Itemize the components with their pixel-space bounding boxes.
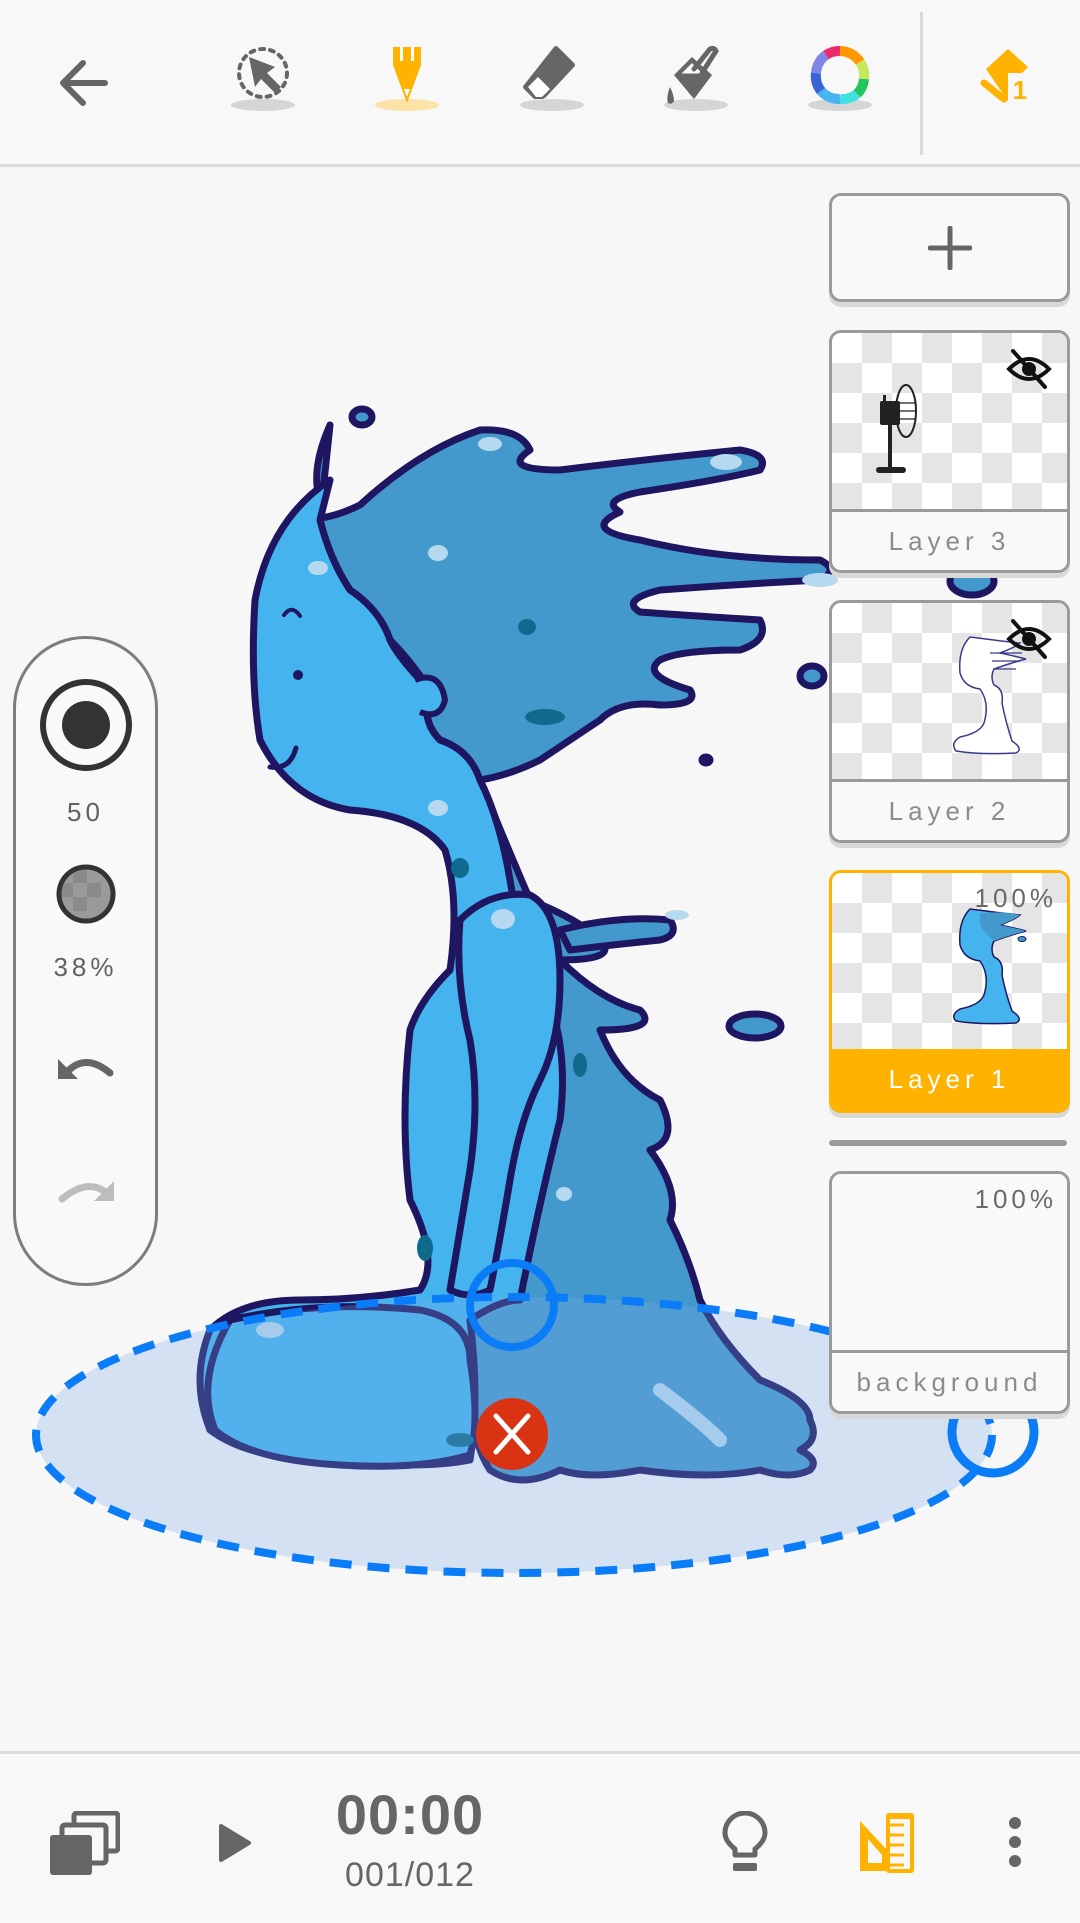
tool-eraser[interactable] [507, 28, 597, 138]
color-wheel-icon [808, 46, 872, 111]
layer-name: background [832, 1353, 1067, 1411]
layer-thumbnail [832, 333, 1067, 512]
brush-size-button[interactable] [16, 677, 155, 773]
redo-icon [58, 1181, 114, 1203]
layer-opacity: 100% [974, 1184, 1057, 1214]
eraser-icon [520, 46, 584, 111]
back-button[interactable] [38, 28, 128, 138]
figure-thumbnail [953, 908, 1027, 1025]
frames-stack-icon [50, 1811, 120, 1875]
opacity-button[interactable] [16, 863, 155, 925]
layers-badge: 1 [1013, 75, 1027, 105]
undo-icon [57, 1059, 113, 1079]
layer-divider [829, 1140, 1067, 1146]
tool-select[interactable] [218, 28, 308, 138]
fan-thumbnail [876, 384, 917, 473]
toolbar-divider [920, 12, 923, 155]
opacity-value: 38% [53, 952, 118, 982]
redo-button[interactable] [16, 1169, 155, 1209]
brush-panel: 50 38% [13, 636, 158, 1286]
bottom-toolbar: 00:00 001/012 [0, 1751, 1080, 1923]
tool-color[interactable] [795, 28, 885, 138]
ruler-delete-button[interactable] [476, 1398, 548, 1470]
layer-opacity: 100% [974, 883, 1057, 913]
ruler-button[interactable] [843, 1798, 933, 1888]
onion-skin-button[interactable] [700, 1798, 790, 1888]
playback-time: 00:00 [335, 1783, 485, 1846]
layer-name: Layer 2 [832, 782, 1067, 840]
layer-item-2[interactable]: Layer 2 [829, 600, 1070, 843]
tool-fill[interactable] [651, 28, 741, 138]
layer-item-background[interactable]: 100% background [829, 1171, 1070, 1414]
play-button[interactable] [190, 1798, 280, 1888]
more-vertical-icon [1009, 1817, 1021, 1867]
layers-button[interactable]: 1 [963, 28, 1053, 138]
lightbulb-icon [722, 1811, 768, 1871]
lasso-select-icon [231, 47, 295, 111]
layer-item-1[interactable]: 100% Layer 1 [829, 870, 1070, 1113]
plus-icon [927, 225, 972, 270]
add-layer-button[interactable] [829, 193, 1070, 302]
frames-button[interactable] [40, 1798, 130, 1888]
undo-button[interactable] [16, 1049, 155, 1089]
pencil-icon [375, 47, 439, 111]
brush-size-value: 50 [67, 797, 104, 827]
arrow-left-icon [60, 60, 108, 106]
ruler-triangle-icon [860, 1813, 914, 1873]
paint-bucket-icon [664, 45, 728, 111]
layer-name: Layer 3 [832, 512, 1067, 570]
layer-thumbnail: 100% [832, 1174, 1067, 1353]
top-toolbar: 1 [0, 0, 1080, 167]
layer-item-3[interactable]: Layer 3 [829, 330, 1070, 573]
layer-thumbnail [832, 603, 1067, 782]
more-button[interactable] [990, 1798, 1040, 1888]
frame-counter: 001/012 [345, 1856, 475, 1894]
play-icon [219, 1824, 251, 1862]
layer-thumbnail: 100% [832, 873, 1067, 1049]
brush-size-icon [39, 679, 132, 771]
tool-pencil[interactable] [362, 28, 452, 138]
opacity-icon [56, 864, 115, 924]
layers-icon: 1 [980, 49, 1032, 105]
visibility-off-icon[interactable] [1005, 619, 1053, 659]
layer-name: Layer 1 [832, 1049, 1067, 1110]
visibility-off-icon[interactable] [1005, 349, 1053, 389]
